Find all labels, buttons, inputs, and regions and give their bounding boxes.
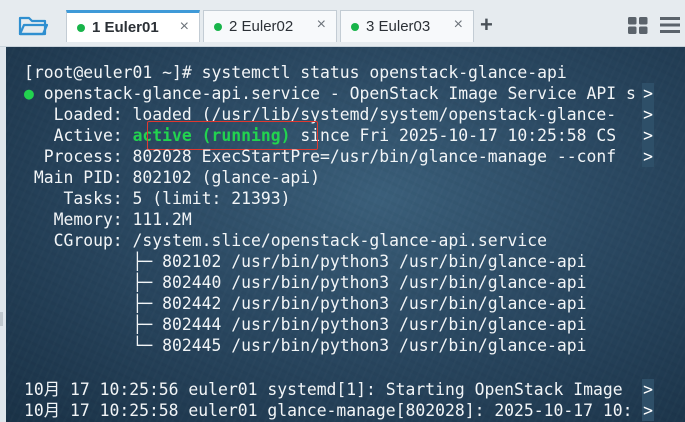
close-tab-icon[interactable]: × <box>180 18 189 36</box>
active-since: since Fri 2025-10-17 10:25:58 CS <box>290 126 617 145</box>
folder-icon[interactable] <box>18 14 48 36</box>
service-description: openstack-glance-api.service - OpenStack… <box>33 84 636 103</box>
tab-label: 1 Euler01 <box>92 19 159 36</box>
terminal-line-cgroup-child: ├─ 802440 /usr/bin/python3 /usr/bin/glan… <box>24 273 587 292</box>
menu-icon[interactable] <box>660 16 680 34</box>
line-truncated-marker: > <box>642 146 654 167</box>
connected-status-icon <box>351 22 359 31</box>
connected-status-icon <box>214 22 222 31</box>
line-truncated-marker: > <box>642 125 654 146</box>
tab-bar: 1 Euler01 × 2 Euler02 × 3 Euler03 × + <box>0 0 685 47</box>
terminal-line-active: Active: active (running) since Fri 2025-… <box>24 125 617 146</box>
close-tab-icon[interactable]: × <box>317 16 326 34</box>
terminal-line-tasks: Tasks: 5 (limit: 21393) <box>24 189 291 208</box>
tab-label: 2 Euler02 <box>229 18 294 35</box>
close-tab-icon[interactable]: × <box>454 16 463 34</box>
terminal-line-service: ● openstack-glance-api.service - OpenSta… <box>24 83 636 104</box>
terminal-line-log: 10月 17 10:25:56 euler01 systemd[1]: Star… <box>24 380 623 399</box>
terminal-line-cgroup-child: └─ 802445 /usr/bin/python3 /usr/bin/glan… <box>24 336 587 355</box>
terminal-line-memory: Memory: 111.2M <box>24 210 192 229</box>
new-tab-button[interactable]: + <box>480 12 493 38</box>
terminal-line-loaded: Loaded: loaded (/usr/lib/systemd/system/… <box>24 105 617 124</box>
connected-status-icon <box>77 23 85 32</box>
tile-view-icon[interactable] <box>628 17 648 34</box>
terminal-line-process: Process: 802028 ExecStartPre=/usr/bin/gl… <box>24 147 617 166</box>
active-label: Active: <box>24 126 133 145</box>
pane-resize-handle[interactable] <box>0 312 3 326</box>
tab-euler02[interactable]: 2 Euler02 × <box>203 10 337 42</box>
tab-euler01[interactable]: 1 Euler01 × <box>66 10 200 42</box>
service-status-dot-icon: ● <box>24 84 34 103</box>
line-truncated-marker: > <box>642 400 654 421</box>
terminal-line-cgroup-child: ├─ 802444 /usr/bin/python3 /usr/bin/glan… <box>24 315 587 334</box>
terminal-line-cgroup-child: ├─ 802102 /usr/bin/python3 /usr/bin/glan… <box>24 252 587 271</box>
tab-euler03[interactable]: 3 Euler03 × <box>340 10 474 42</box>
terminal-pane[interactable]: [root@euler01 ~]# systemctl status opens… <box>6 47 685 422</box>
line-truncated-marker: > <box>642 379 654 400</box>
terminal-line-prompt: [root@euler01 ~]# systemctl status opens… <box>24 63 567 82</box>
tab-label: 3 Euler03 <box>366 18 431 35</box>
terminal-line-cgroup: CGroup: /system.slice/openstack-glance-a… <box>24 231 548 250</box>
line-truncated-marker: > <box>642 83 654 104</box>
terminal-line-main-pid: Main PID: 802102 (glance-api) <box>24 168 321 187</box>
terminal-line-cgroup-child: ├─ 802442 /usr/bin/python3 /usr/bin/glan… <box>24 294 587 313</box>
terminal-line-log: 10月 17 10:25:58 euler01 glance-manage[80… <box>24 401 633 420</box>
line-truncated-marker: > <box>642 104 654 125</box>
